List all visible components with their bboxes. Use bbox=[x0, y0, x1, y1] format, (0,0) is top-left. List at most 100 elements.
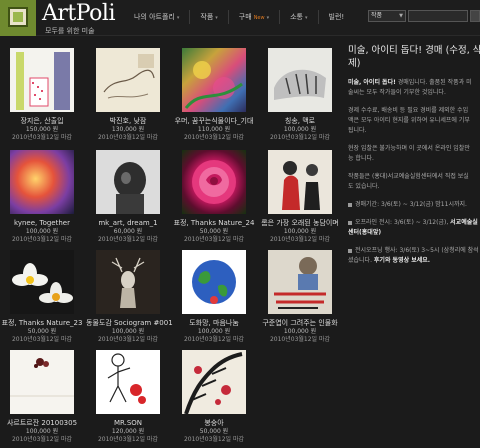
artwork-item[interactable]: MR.SON 120,000 원 2010년03월12일 마감 bbox=[86, 350, 170, 444]
artwork-deadline: 2010년03월12일 마감 bbox=[183, 236, 245, 243]
nav-artworks[interactable]: 작품 ▾ bbox=[189, 10, 227, 24]
artwork-price: 50,000 원 bbox=[27, 328, 57, 335]
artwork-price: 120,000 원 bbox=[111, 428, 145, 435]
brand-logo[interactable]: ArtPoli bbox=[42, 1, 115, 26]
main-nav: 나의 아트폴리 ▾ 작품 ▾ 구매 New ▾ 소통 ▾ 빌런! bbox=[124, 10, 354, 24]
artwork-title[interactable]: 표정, Thanks Nature_24 bbox=[172, 219, 256, 228]
chevron-down-icon: ▾ bbox=[215, 15, 218, 21]
review-video-link[interactable]: 후기와 동영상 보세요. bbox=[374, 257, 430, 264]
artwork-thumbnail[interactable] bbox=[182, 48, 246, 112]
artwork-deadline: 2010년03월12일 마감 bbox=[183, 436, 245, 443]
artwork-deadline: 2010년03월12일 마감 bbox=[11, 236, 73, 243]
artwork-price: 100,000 원 bbox=[283, 328, 317, 335]
bullet-icon bbox=[348, 202, 352, 207]
artwork-item[interactable]: 칭송, 맥로 100,000 원 2010년03월12일 마감 bbox=[258, 48, 342, 142]
artwork-deadline: 2010년03월12일 마감 bbox=[97, 134, 159, 141]
artwork-deadline: 2010년03월12일 마감 bbox=[183, 336, 245, 343]
artwork-item[interactable]: 도화망, 마음나눔 100,000 원 2010년03월12일 마감 bbox=[172, 250, 256, 344]
auction-period: 경매기간: 3/6(토) ~ 3/12(금) 밤11시까지. bbox=[348, 200, 480, 210]
nav-my-artpoli[interactable]: 나의 아트폴리 ▾ bbox=[124, 10, 189, 24]
nav-purchase[interactable]: 구매 New ▾ bbox=[227, 10, 279, 24]
logo-icon[interactable] bbox=[0, 0, 36, 36]
artwork-title[interactable]: 구준엽이 그려주는 인물화 bbox=[258, 319, 342, 328]
artwork-thumbnail[interactable] bbox=[96, 150, 160, 214]
artwork-deadline: 2010년03월12일 마감 bbox=[183, 134, 245, 141]
artwork-deadline: 2010년03월12일 마감 bbox=[269, 134, 331, 141]
artwork-thumbnail[interactable] bbox=[96, 48, 160, 112]
artwork-item[interactable]: 우머, 꿈꾸는식물이다_기대 110,000 원 2010년03월12일 마감 bbox=[172, 48, 256, 142]
artwork-thumbnail[interactable] bbox=[10, 350, 74, 414]
artwork-thumbnail[interactable] bbox=[268, 150, 332, 214]
nav-villain[interactable]: 빌런! bbox=[317, 10, 355, 24]
artwork-title[interactable]: 장지은, 산출입 bbox=[0, 117, 84, 126]
artwork-title[interactable]: 표정, Thanks Nature_23 bbox=[0, 319, 84, 328]
artwork-item[interactable]: 봉숭아 50,000 원 2010년03월12일 마감 bbox=[172, 350, 256, 444]
artwork-deadline: 2010년03월12일 마감 bbox=[97, 236, 159, 243]
artwork-thumbnail[interactable] bbox=[10, 150, 74, 214]
artwork-title[interactable]: 봉숭아 bbox=[172, 419, 256, 428]
artwork-thumbnail[interactable] bbox=[182, 250, 246, 314]
artwork-price: 100,000 원 bbox=[25, 228, 59, 235]
artwork-price: 150,000 원 bbox=[25, 126, 59, 133]
artwork-thumbnail[interactable] bbox=[96, 350, 160, 414]
artwork-title[interactable]: 칭송, 맥로 bbox=[258, 117, 342, 126]
panel-title: 미술, 아이티 돕다! 경매 (수정, 삭 bbox=[348, 45, 480, 56]
artwork-item[interactable]: kynee, Together 100,000 원 2010년03월12일 마감 bbox=[0, 150, 84, 244]
artwork-price: 60,000 원 bbox=[113, 228, 143, 235]
auction-info-panel: 미술, 아이티 돕다! 경매 (수정, 삭 제) 미술, 아이티 돕다! 경매입… bbox=[346, 36, 480, 448]
artwork-title[interactable]: 사르트르잔 20100305 bbox=[0, 419, 84, 428]
search-button[interactable] bbox=[470, 10, 480, 22]
artwork-price: 100,000 원 bbox=[283, 228, 317, 235]
artwork-price: 100,000 원 bbox=[283, 126, 317, 133]
artwork-price: 50,000 원 bbox=[199, 228, 229, 235]
artwork-deadline: 2010년03월12일 마감 bbox=[11, 436, 73, 443]
search-category-select[interactable]: 작품 ▼ bbox=[368, 10, 406, 22]
artwork-title[interactable]: mk_art, dream_1 bbox=[86, 219, 170, 228]
artwork-deadline: 2010년03월12일 마감 bbox=[97, 436, 159, 443]
offline-exhibition: 오프라인 전시: 3/6(토) ~ 3/12(금), 서교예술실 센터(홍대앞) bbox=[348, 219, 478, 236]
artwork-item[interactable]: 표정, Thanks Nature_24 50,000 원 2010년03월12… bbox=[172, 150, 256, 244]
bidding-text: 현장 입찰은 불가능하며 이 곳에서 온라인 입찰만 능 합니다. bbox=[348, 145, 470, 162]
artwork-deadline: 2010년03월12일 마감 bbox=[269, 336, 331, 343]
artwork-deadline: 2010년03월12일 마감 bbox=[97, 336, 159, 343]
artwork-price: 50,000 원 bbox=[199, 428, 229, 435]
search-input[interactable] bbox=[408, 10, 468, 22]
artwork-title[interactable]: 동물도감 Sociogram #001 bbox=[86, 319, 173, 328]
site-header: ArtPoli 모두를 위한 미술 나의 아트폴리 ▾ 작품 ▾ 구매 New ▾ 소통… bbox=[0, 0, 480, 36]
artwork-title[interactable]: 박진호, 낮잠 bbox=[86, 117, 170, 126]
artwork-item[interactable]: 동물도감 Sociogram #001 100,000 원 2010년03월12… bbox=[86, 250, 173, 344]
artwork-price: 100,000 원 bbox=[25, 428, 59, 435]
artwork-thumbnail[interactable] bbox=[268, 48, 332, 112]
artwork-thumbnail[interactable] bbox=[96, 250, 160, 314]
artwork-price: 100,000 원 bbox=[197, 328, 231, 335]
exhibition-location-text: 작품들은 (홍대)서교예술실험센터에서 직접 보실 도 있습니다. bbox=[348, 173, 469, 190]
chevron-down-icon: ▾ bbox=[266, 15, 270, 21]
artwork-item[interactable]: mk_art, dream_1 60,000 원 2010년03월12일 마감 bbox=[86, 150, 170, 244]
artwork-item[interactable]: 박진호, 낮잠 130,000 원 2010년03월12일 마감 bbox=[86, 48, 170, 142]
artwork-price: 130,000 원 bbox=[111, 126, 145, 133]
artwork-price: 100,000 원 bbox=[111, 328, 145, 335]
panel-title-cont: 제) bbox=[348, 58, 361, 69]
brand-tagline: 모두를 위한 미술 bbox=[45, 27, 95, 35]
artwork-thumbnail[interactable] bbox=[10, 250, 74, 314]
bullet-icon bbox=[348, 248, 352, 253]
new-badge: New bbox=[253, 15, 265, 21]
artwork-item[interactable]: 사르트르잔 20100305 100,000 원 2010년03월12일 마감 bbox=[0, 350, 84, 444]
artwork-item[interactable]: 구준엽이 그려주는 인물화 100,000 원 2010년03월12일 마감 bbox=[258, 250, 342, 344]
artwork-title[interactable]: 도화망, 마음나눔 bbox=[172, 319, 256, 328]
artwork-title[interactable]: 우머, 꿈꾸는식물이다_기대 bbox=[172, 117, 256, 126]
artwork-thumbnail[interactable] bbox=[10, 48, 74, 112]
artwork-title[interactable]: 롬은 가장 오래된 농담이며 bbox=[258, 219, 342, 228]
chevron-down-icon: ▾ bbox=[176, 15, 180, 21]
artwork-thumbnail[interactable] bbox=[268, 250, 332, 314]
artwork-price: 110,000 원 bbox=[197, 126, 231, 133]
artwork-title[interactable]: kynee, Together bbox=[0, 219, 84, 228]
artwork-deadline: 2010년03월12일 마감 bbox=[11, 336, 73, 343]
artwork-item[interactable]: 장지은, 산출입 150,000 원 2010년03월12일 마감 bbox=[0, 48, 84, 142]
artwork-thumbnail[interactable] bbox=[182, 350, 246, 414]
nav-community[interactable]: 소통 ▾ bbox=[279, 10, 317, 24]
artwork-item[interactable]: 표정, Thanks Nature_23 50,000 원 2010년03월12… bbox=[0, 250, 84, 344]
artwork-title[interactable]: MR.SON bbox=[86, 419, 170, 428]
artwork-item[interactable]: 롬은 가장 오래된 농담이며 100,000 원 2010년03월12일 마감 bbox=[258, 150, 342, 244]
artwork-thumbnail[interactable] bbox=[182, 150, 246, 214]
